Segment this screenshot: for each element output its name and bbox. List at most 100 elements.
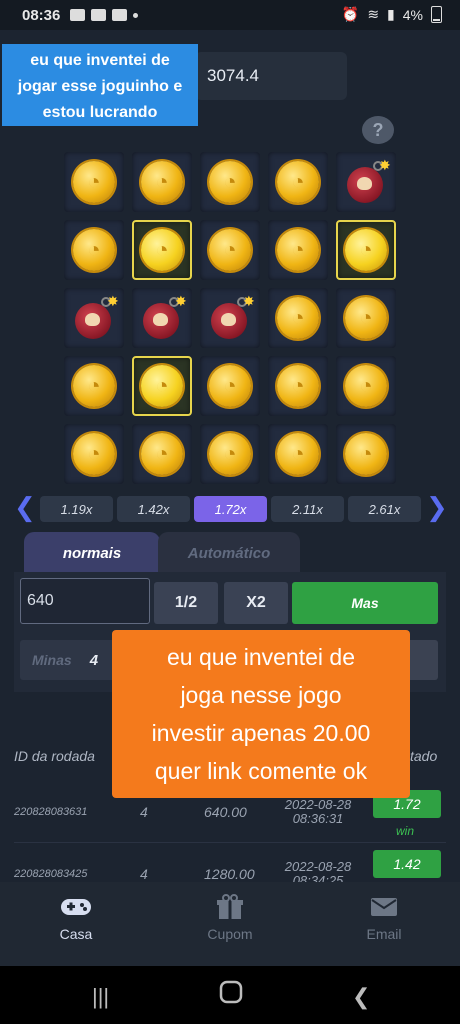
image-notification-icon	[70, 9, 86, 21]
round-result-badge: 1.42	[373, 850, 441, 878]
caption-middle: eu que inventei de joga nesse jogo inves…	[112, 630, 410, 798]
round-status: win	[396, 824, 415, 838]
system-nav-bar: ||| ❮	[0, 966, 460, 1024]
coin-icon: ◔	[141, 433, 183, 475]
bet-amount-value: 640	[27, 592, 54, 609]
tab-auto[interactable]: Automático	[158, 532, 300, 574]
more-button[interactable]: Mas	[292, 582, 438, 624]
multiplier-pill: 1.42x	[117, 496, 190, 522]
grid-tile[interactable]: ◔	[200, 356, 260, 416]
round-id: 220828083631	[14, 806, 88, 818]
grid-tile[interactable]: ◔	[336, 356, 396, 416]
grid-tile[interactable]: ◔	[336, 424, 396, 484]
grid-tile[interactable]: ◔	[64, 152, 124, 212]
balance-display: 3074.4	[195, 52, 347, 100]
grid-tile-selected[interactable]: ◔	[132, 220, 192, 280]
gamepad-icon	[60, 894, 92, 920]
back-icon[interactable]: ❮	[352, 984, 370, 1010]
recent-apps-icon[interactable]: |||	[92, 984, 109, 1010]
coin-icon: ◔	[209, 433, 251, 475]
grid-tile[interactable]: ◔	[200, 152, 260, 212]
coin-icon: ◔	[277, 229, 319, 271]
round-amount: 1280.00	[204, 866, 255, 882]
bomb-icon: ✸	[209, 293, 255, 339]
nav-coupon-label: Cupom	[207, 926, 253, 942]
nav-home[interactable]: Casa	[36, 894, 116, 942]
status-bar: 08:36 ⏰ ≋ ▮ 4%	[0, 0, 460, 30]
grid-tile-bomb[interactable]: ✸	[336, 152, 396, 212]
grid-tile[interactable]: ◔	[64, 424, 124, 484]
grid-tile[interactable]: ◔	[200, 220, 260, 280]
grid-tile-bomb[interactable]: ✸	[200, 288, 260, 348]
coin-icon: ◔	[141, 365, 183, 407]
bet-amount-input[interactable]: 640	[20, 578, 150, 624]
help-button[interactable]: ?	[362, 116, 394, 144]
coin-icon: ◔	[345, 297, 387, 339]
nav-email[interactable]: Email	[344, 894, 424, 942]
multiplier-next-icon[interactable]: ❯	[426, 494, 448, 522]
nav-home-label: Casa	[59, 926, 93, 942]
nav-coupon[interactable]: Cupom	[190, 894, 270, 942]
multiplier-pill: 2.11x	[271, 496, 344, 522]
half-bet-button[interactable]: 1/2	[154, 582, 218, 624]
coin-icon: ◔	[73, 161, 115, 203]
grid-tile-bomb[interactable]: ✸	[64, 288, 124, 348]
round-amount: 640.00	[204, 804, 247, 820]
round-id: 220828083425	[14, 868, 88, 880]
grid-tile[interactable]: ◔	[268, 220, 328, 280]
coin-icon: ◔	[73, 365, 115, 407]
grid-tile-selected[interactable]: ◔	[336, 220, 396, 280]
round-date: 2022-08-28	[284, 797, 352, 812]
caption-top-line: estou lucrando	[42, 104, 158, 121]
round-mines: 4	[140, 804, 148, 820]
coin-icon: ◔	[345, 365, 387, 407]
grid-tile[interactable]: ◔	[268, 152, 328, 212]
grid-tile[interactable]: ◔	[200, 424, 260, 484]
grid-tile[interactable]: ◔	[268, 288, 328, 348]
youtube-notification-icon	[112, 9, 128, 21]
signal-icon: ▮	[387, 6, 395, 22]
history-divider	[14, 842, 446, 843]
round-mines: 4	[140, 866, 148, 882]
multiplier-pill: 1.19x	[40, 496, 113, 522]
mines-grid: ◔ ◔ ◔ ◔ ✸ ◔ ◔ ◔ ◔ ◔ ✸ ✸ ✸ ◔ ◔ ◔ ◔ ◔ ◔ ◔ ◔ ◔ ◔ ◔ ◔	[64, 152, 400, 486]
grid-tile[interactable]: ◔	[64, 220, 124, 280]
multiplier-prev-icon[interactable]: ❮	[14, 494, 36, 522]
bottom-nav: Casa Cupom Email	[0, 882, 460, 966]
status-right: ⏰ ≋ ▮ 4%	[342, 6, 442, 23]
notification-icons	[70, 9, 139, 21]
home-icon[interactable]	[219, 980, 243, 1010]
history-header-result: tado	[410, 748, 438, 764]
caption-top-line: jogar esse joguinho e	[17, 78, 183, 95]
coin-icon: ◔	[141, 229, 183, 271]
double-bet-button[interactable]: X2	[224, 582, 288, 624]
tab-manual[interactable]: normais	[24, 532, 160, 574]
alarm-icon: ⏰	[341, 6, 360, 22]
coin-icon: ◔	[209, 161, 251, 203]
bomb-icon: ✸	[73, 293, 119, 339]
gift-icon	[214, 894, 246, 920]
coin-icon: ◔	[73, 229, 115, 271]
round-datetime: 2022-08-28 08:36:31	[280, 798, 356, 826]
caption-middle-line: quer link comente ok	[154, 758, 368, 784]
caption-middle-line: investir apenas 20.00	[151, 720, 371, 746]
grid-tile[interactable]: ◔	[132, 152, 192, 212]
grid-tile[interactable]: ◔	[336, 288, 396, 348]
grid-tile-selected[interactable]: ◔	[132, 356, 192, 416]
multiplier-pill: 2.61x	[348, 496, 421, 522]
grid-tile[interactable]: ◔	[64, 356, 124, 416]
video-notification-icon	[91, 9, 107, 21]
coin-icon: ◔	[73, 433, 115, 475]
grid-tile[interactable]: ◔	[268, 356, 328, 416]
caption-middle-line: eu que inventei de	[167, 644, 355, 670]
battery-percent: 4%	[402, 6, 423, 23]
mines-label: Minas	[32, 652, 72, 668]
envelope-icon	[368, 894, 400, 920]
grid-tile-bomb[interactable]: ✸	[132, 288, 192, 348]
grid-tile[interactable]: ◔	[132, 424, 192, 484]
grid-tile[interactable]: ◔	[268, 424, 328, 484]
mines-value: 4	[89, 651, 99, 669]
caption-top-line: eu que inventei de	[30, 52, 170, 69]
caption-top: eu que inventei de jogar esse joguinho e…	[2, 44, 198, 126]
coin-icon: ◔	[209, 365, 251, 407]
